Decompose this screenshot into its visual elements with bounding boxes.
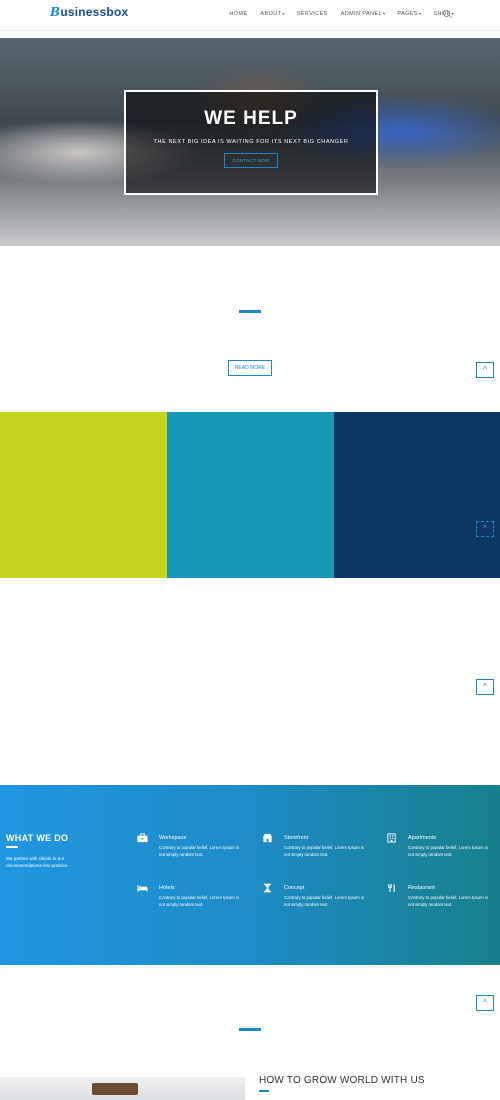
chevron-down-icon: ▾ xyxy=(282,11,285,16)
section-accent-line xyxy=(239,1028,261,1031)
hero-banner: WE HELP THE NEXT BIG IDEA IS WAITING FOR… xyxy=(0,38,500,246)
service-title: Concept xyxy=(284,885,305,891)
nav-about[interactable]: ABOUT▾ xyxy=(260,11,284,17)
main-nav: HOME ABOUT▾ SERVICES ADMIN PANEL▾ PAGES▾… xyxy=(229,11,454,17)
what-we-do-section: WHAT WE DO We partner with clients to pu… xyxy=(0,785,500,965)
color-block-navy xyxy=(334,412,500,578)
title-underline xyxy=(6,846,18,848)
scroll-up-button[interactable]: ^ xyxy=(476,995,494,1011)
title-underline xyxy=(259,1090,269,1092)
bed-icon xyxy=(137,885,148,892)
hero-subtitle: THE NEXT BIG IDEA IS WAITING FOR ITS NEX… xyxy=(153,139,349,145)
chevron-down-icon: ▾ xyxy=(418,11,422,16)
nav-services[interactable]: SERVICES xyxy=(297,11,329,17)
hourglass-icon xyxy=(263,883,272,893)
service-desc: Contrary to popular belief, Lorem Ipsum … xyxy=(159,895,240,907)
nav-admin-panel[interactable]: ADMIN PANEL▾ xyxy=(341,11,386,17)
service-desc: Contrary to popular belief, Lorem Ipsum … xyxy=(284,895,365,907)
what-we-do-title: WHAT WE DO xyxy=(6,833,69,843)
chevron-down-icon: ▾ xyxy=(451,11,454,16)
briefcase-icon xyxy=(137,833,148,843)
hero-title: WE HELP xyxy=(204,108,298,129)
office-image xyxy=(0,1077,245,1100)
cutlery-icon xyxy=(388,883,395,893)
service-title: Hotels xyxy=(159,885,175,891)
section-title: HOW TO GROW WORLD WITH US xyxy=(259,1075,425,1086)
service-desc: Contrary to popular belief, Lorem Ipsum … xyxy=(159,845,240,857)
chevron-down-icon: ▾ xyxy=(383,11,386,16)
nav-pages[interactable]: PAGES▾ xyxy=(397,11,421,17)
site-header: Businessbox HOME ABOUT▾ SERVICES ADMIN P… xyxy=(0,0,500,31)
chevron-up-icon: ^ xyxy=(483,682,487,691)
desk-object xyxy=(92,1083,138,1095)
service-desc: Contrary to popular belief, Lorem Ipsum … xyxy=(408,845,489,857)
service-title: Apartments xyxy=(408,835,437,841)
read-more-button[interactable]: READ MORE xyxy=(228,360,272,376)
what-we-do-description: We partner with clients to put recommend… xyxy=(6,856,69,868)
color-block-lime xyxy=(0,412,167,578)
section-accent-line xyxy=(239,310,261,313)
hero-box: WE HELP THE NEXT BIG IDEA IS WAITING FOR… xyxy=(124,90,378,195)
storefront-icon xyxy=(262,833,273,843)
nav-home[interactable]: HOME xyxy=(229,11,248,17)
scroll-up-button[interactable]: ^ xyxy=(476,679,494,695)
chevron-up-icon: ^ xyxy=(483,365,487,374)
chevron-up-icon: ^ xyxy=(483,998,487,1007)
chevron-up-icon: ^ xyxy=(483,524,487,533)
search-icon[interactable] xyxy=(443,10,450,17)
contact-now-button[interactable]: CONTACT NOW xyxy=(223,153,279,168)
service-desc: Contrary to popular belief, Lorem Ipsum … xyxy=(408,895,489,907)
service-title: Storefront xyxy=(284,835,309,841)
scroll-up-button[interactable]: ^ xyxy=(476,362,494,378)
building-icon xyxy=(387,833,396,843)
scroll-up-button[interactable]: ^ xyxy=(476,521,494,537)
service-title: Restaurant xyxy=(408,885,435,891)
color-block-teal xyxy=(167,412,334,578)
service-desc: Contrary to popular belief, Lorem Ipsum … xyxy=(284,845,365,857)
service-title: Workspace xyxy=(159,835,187,841)
logo[interactable]: Businessbox xyxy=(50,5,128,19)
